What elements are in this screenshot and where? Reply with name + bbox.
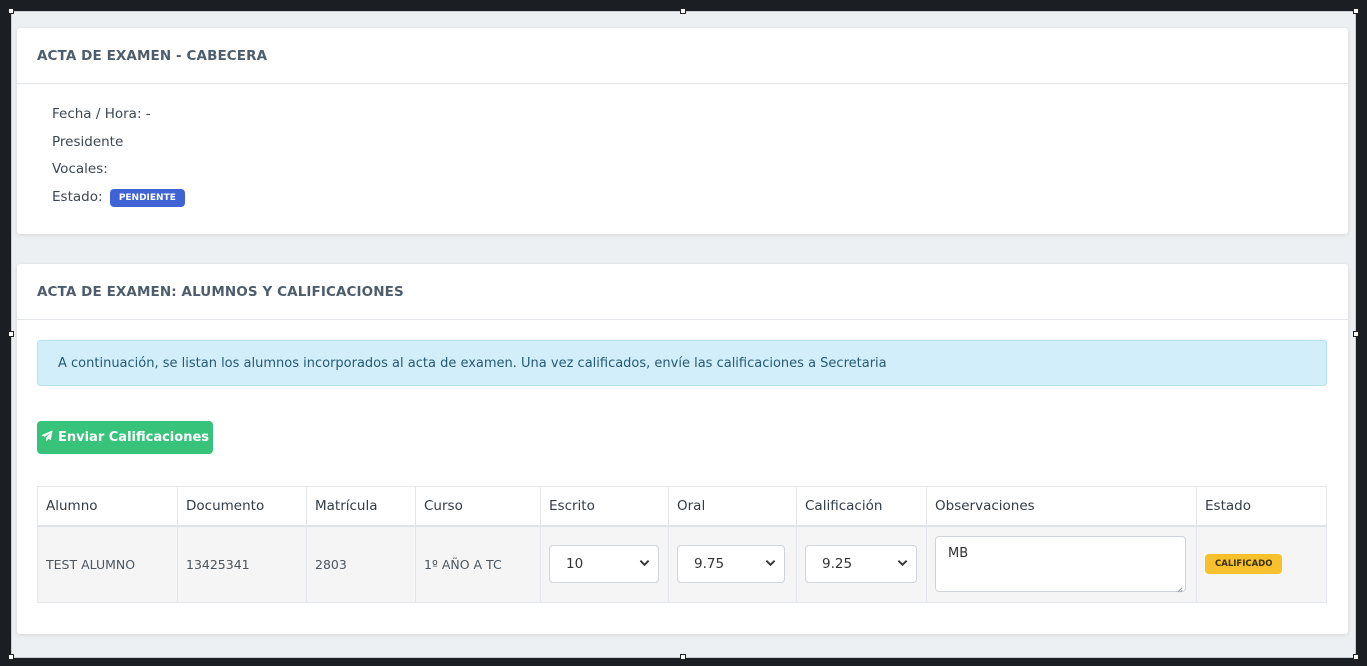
status-badge-calificado: CALIFICADO [1205, 554, 1283, 575]
resize-handle-bottom-center[interactable] [680, 654, 686, 660]
cell-matricula: 2803 [306, 525, 416, 603]
calificacion-select[interactable]: 9.25 [805, 545, 917, 584]
chevron-down-icon [765, 556, 776, 572]
grades-table: Alumno Documento Matrícula Curso Escrito… [37, 486, 1327, 603]
resize-handle-top-right[interactable] [1353, 8, 1359, 14]
column-header-matricula: Matrícula [306, 486, 416, 527]
send-grades-button[interactable]: Enviar Calificaciones [37, 421, 213, 454]
cell-oral: 9.75 [668, 525, 797, 603]
resize-handle-top-center[interactable] [680, 8, 686, 14]
column-header-observaciones: Observaciones [926, 486, 1197, 527]
presidente: Presidente [52, 134, 124, 150]
alumnos-header: ACTA DE EXAMEN: ALUMNOS Y CALIFICACIONES [17, 264, 1348, 320]
resize-handle-middle-right[interactable] [1353, 331, 1359, 337]
cell-curso: 1º AÑO A TC [415, 525, 541, 603]
page-frame: ACTA DE EXAMEN - CABECERA Fecha / Hora: … [11, 11, 1356, 658]
column-header-estado: Estado [1196, 486, 1327, 527]
observaciones-textarea[interactable]: MB [935, 536, 1186, 593]
cell-alumno: TEST ALUMNO [37, 525, 178, 603]
resize-handle-top-left[interactable] [8, 8, 14, 14]
info-alert-text: A continuación, se listan los alumnos in… [58, 355, 887, 371]
table-header-row: Alumno Documento Matrícula Curso Escrito… [37, 486, 1327, 527]
status-badge-pendiente: PENDIENTE [109, 189, 185, 207]
oral-select[interactable]: 9.75 [677, 545, 785, 584]
column-header-alumno: Alumno [37, 486, 178, 527]
paper-plane-icon [41, 429, 53, 446]
cell-estado: CALIFICADO [1196, 525, 1327, 603]
column-header-curso: Curso [415, 486, 541, 527]
info-alert: A continuación, se listan los alumnos in… [37, 340, 1327, 386]
alumnos-card: ACTA DE EXAMEN: ALUMNOS Y CALIFICACIONES… [17, 264, 1348, 634]
fecha-hora: Fecha / Hora: - [52, 106, 151, 122]
resize-handle-bottom-left[interactable] [8, 654, 14, 660]
cell-documento: 13425341 [177, 525, 307, 603]
column-header-escrito: Escrito [540, 486, 669, 527]
column-header-documento: Documento [177, 486, 307, 527]
cell-escrito: 10 [540, 525, 669, 603]
cabecera-header: ACTA DE EXAMEN - CABECERA [17, 28, 1348, 84]
send-grades-label: Enviar Calificaciones [57, 430, 210, 445]
table-row: TEST ALUMNO 13425341 2803 1º AÑO A TC 10 [37, 525, 1327, 603]
column-header-calificacion: Calificación [796, 486, 927, 527]
chevron-down-icon [639, 556, 650, 572]
cell-calificacion: 9.25 [796, 525, 927, 603]
chevron-down-icon [897, 556, 908, 572]
estado-label: Estado: [52, 189, 103, 205]
textarea-resize-icon[interactable] [1176, 582, 1183, 593]
cell-observaciones: MB [926, 525, 1197, 603]
alumnos-title: ACTA DE EXAMEN: ALUMNOS Y CALIFICACIONES [37, 283, 404, 300]
resize-handle-bottom-right[interactable] [1353, 654, 1359, 660]
escrito-select[interactable]: 10 [549, 545, 659, 584]
cabecera-title: ACTA DE EXAMEN - CABECERA [37, 47, 268, 64]
vocales: Vocales: [52, 161, 108, 177]
resize-handle-middle-left[interactable] [8, 331, 14, 337]
observaciones-value: MB [948, 546, 969, 562]
column-header-oral: Oral [668, 486, 797, 527]
escrito-select-value: 10 [566, 556, 584, 573]
estado-line: Estado: PENDIENTE [52, 189, 185, 207]
calificacion-select-value: 9.25 [822, 556, 853, 573]
oral-select-value: 9.75 [694, 556, 725, 573]
cabecera-card: ACTA DE EXAMEN - CABECERA Fecha / Hora: … [17, 28, 1348, 234]
